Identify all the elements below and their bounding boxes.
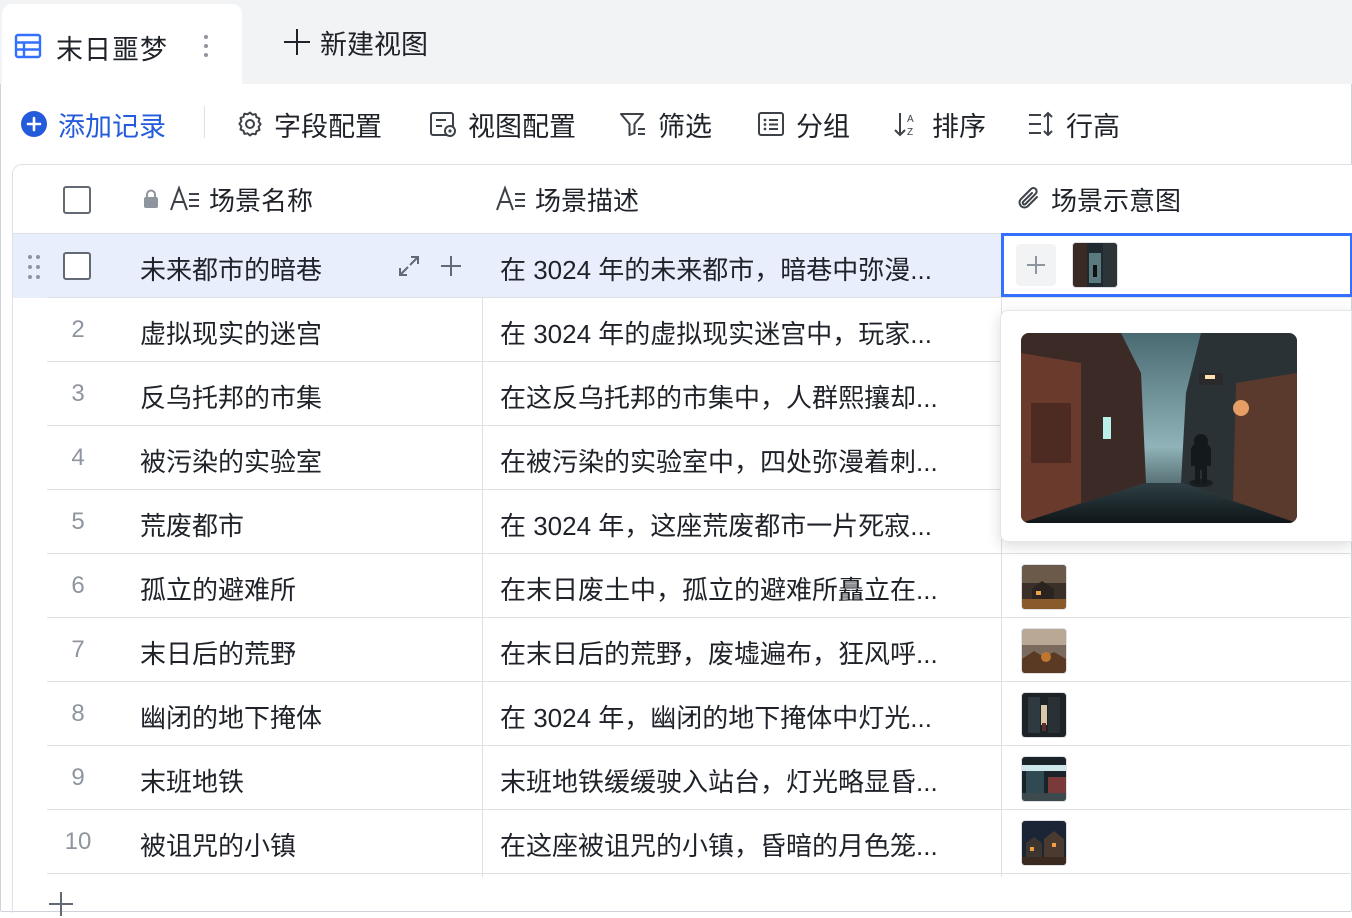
row-number: 8	[71, 700, 85, 727]
row-number: 7	[71, 636, 85, 663]
scene-description[interactable]: 在 3024 年，这座荒废都市一片死寂...	[500, 506, 990, 543]
row-number: 10	[64, 828, 92, 855]
text-field-icon	[170, 185, 199, 211]
scene-name[interactable]: 虚拟现实的迷宫	[140, 314, 322, 351]
scene-name[interactable]: 被诅咒的小镇	[140, 826, 296, 863]
attachment-cell-active[interactable]	[1001, 233, 1352, 297]
filter-label: 筛选	[658, 111, 712, 142]
view-tab-active[interactable]: 末日噩梦	[2, 4, 242, 84]
text-field-icon	[496, 185, 525, 211]
new-view-button[interactable]: 新建视图	[284, 24, 428, 60]
sort-button[interactable]: A Z 排序	[892, 106, 986, 142]
image-thumbnail[interactable]	[1021, 820, 1067, 866]
table-row[interactable]: 7 末日后的荒野 在末日后的荒野，废墟遍布，狂风呼...	[13, 618, 1352, 682]
add-circle-icon	[21, 111, 47, 137]
row-height-icon	[1029, 111, 1053, 137]
toolbar: 添加记录 字段配置 视图配置 筛选 分组 A Z 排序 行高	[0, 84, 1352, 164]
svg-text:A: A	[907, 114, 914, 125]
image-thumbnail[interactable]	[1021, 564, 1067, 610]
table-row[interactable]: 6 孤立的避难所 在末日废土中，孤立的避难所矗立在...	[13, 554, 1352, 618]
scene-name[interactable]: 幽闭的地下掩体	[140, 698, 322, 735]
add-record-button[interactable]: 添加记录	[20, 106, 166, 142]
image-thumbnail[interactable]	[1021, 756, 1067, 802]
table-header: 场景名称 场景描述 场景示意图	[13, 165, 1352, 234]
scene-description[interactable]: 在 3024 年的虚拟现实迷宫中，玩家...	[500, 314, 990, 351]
column-header-name[interactable]: 场景名称	[141, 165, 313, 233]
row-height-label: 行高	[1066, 111, 1120, 142]
add-record-label: 添加记录	[58, 111, 166, 142]
scene-description[interactable]: 在被污染的实验室中，四处弥漫着刺...	[500, 442, 990, 479]
gear-icon	[238, 111, 262, 137]
add-row-button[interactable]	[46, 888, 76, 918]
scene-name[interactable]: 未来都市的暗巷	[140, 250, 322, 287]
group-button[interactable]: 分组	[756, 106, 850, 142]
image-thumbnail[interactable]	[1072, 242, 1118, 288]
image-preview[interactable]	[1021, 333, 1297, 523]
scene-name[interactable]: 荒废都市	[140, 506, 244, 543]
column-header-label: 场景示意图	[1051, 185, 1182, 216]
filter-icon	[620, 113, 645, 136]
more-icon[interactable]	[198, 28, 214, 64]
new-view-label: 新建视图	[320, 29, 428, 60]
scene-name[interactable]: 孤立的避难所	[140, 570, 296, 607]
select-all-checkbox[interactable]	[63, 186, 91, 214]
scene-description[interactable]: 在末日后的荒野，废墟遍布，狂风呼...	[500, 634, 990, 671]
row-checkbox[interactable]	[63, 252, 91, 280]
filter-button[interactable]: 筛选	[618, 106, 712, 142]
column-header-label: 场景名称	[209, 185, 314, 216]
scene-name[interactable]: 被污染的实验室	[140, 442, 322, 479]
view-config-label: 视图配置	[468, 111, 576, 142]
row-number: 5	[71, 508, 85, 535]
lock-icon	[144, 189, 158, 208]
scene-description[interactable]: 末班地铁缓缓驶入站台，灯光略显昏...	[500, 762, 990, 799]
view-config-button[interactable]: 视图配置	[428, 106, 576, 142]
svg-text:Z: Z	[907, 127, 913, 138]
view-tab-label: 末日噩梦	[56, 35, 168, 65]
add-attachment-button[interactable]	[1016, 244, 1056, 286]
image-thumbnail[interactable]	[1021, 692, 1067, 738]
image-preview-popup	[1000, 310, 1352, 542]
attachment-icon	[1018, 187, 1038, 209]
table-row[interactable]: 10 被诅咒的小镇 在这座被诅咒的小镇，昏暗的月色笼...	[13, 810, 1352, 874]
table-row[interactable]: 8 幽闭的地下掩体 在 3024 年，幽闭的地下掩体中灯光...	[13, 682, 1352, 746]
plus-icon[interactable]	[439, 254, 463, 278]
row-number: 4	[71, 444, 85, 471]
view-settings-icon	[430, 112, 456, 137]
toolbar-divider	[204, 106, 205, 138]
scene-description[interactable]: 在这座被诅咒的小镇，昏暗的月色笼...	[500, 826, 990, 863]
column-header-desc[interactable]: 场景描述	[495, 165, 639, 233]
scene-description[interactable]: 在末日废土中，孤立的避难所矗立在...	[500, 570, 990, 607]
column-header-label: 场景描述	[535, 185, 640, 216]
row-number: 9	[71, 764, 85, 791]
row-divider	[47, 873, 1352, 874]
row-height-button[interactable]: 行高	[1026, 106, 1120, 142]
field-config-label: 字段配置	[274, 111, 382, 142]
scene-description[interactable]: 在 3024 年的未来都市，暗巷中弥漫...	[500, 250, 990, 287]
sort-icon: A Z	[894, 113, 914, 138]
column-header-image[interactable]: 场景示意图	[1015, 165, 1181, 233]
plus-icon	[284, 29, 310, 55]
group-label: 分组	[796, 111, 850, 142]
drag-handle-icon[interactable]	[27, 254, 41, 280]
scene-description[interactable]: 在这反乌托邦的市集中，人群熙攘却...	[500, 378, 990, 415]
field-config-button[interactable]: 字段配置	[236, 106, 382, 142]
row-number: 3	[71, 380, 85, 407]
scene-name[interactable]: 末班地铁	[140, 762, 244, 799]
sort-label: 排序	[932, 111, 986, 142]
scene-name[interactable]: 反乌托邦的市集	[140, 378, 322, 415]
table-row[interactable]: 9 末班地铁 末班地铁缓缓驶入站台，灯光略显昏...	[13, 746, 1352, 810]
group-icon	[758, 112, 784, 136]
row-number: 6	[71, 572, 85, 599]
grid-view-icon	[14, 33, 42, 59]
image-thumbnail[interactable]	[1021, 628, 1067, 674]
row-number: 2	[71, 316, 85, 343]
scene-name[interactable]: 末日后的荒野	[140, 634, 296, 671]
view-bar: 末日噩梦 新建视图	[0, 0, 1352, 84]
scene-description[interactable]: 在 3024 年，幽闭的地下掩体中灯光...	[500, 698, 990, 735]
expand-icon[interactable]	[397, 254, 421, 278]
